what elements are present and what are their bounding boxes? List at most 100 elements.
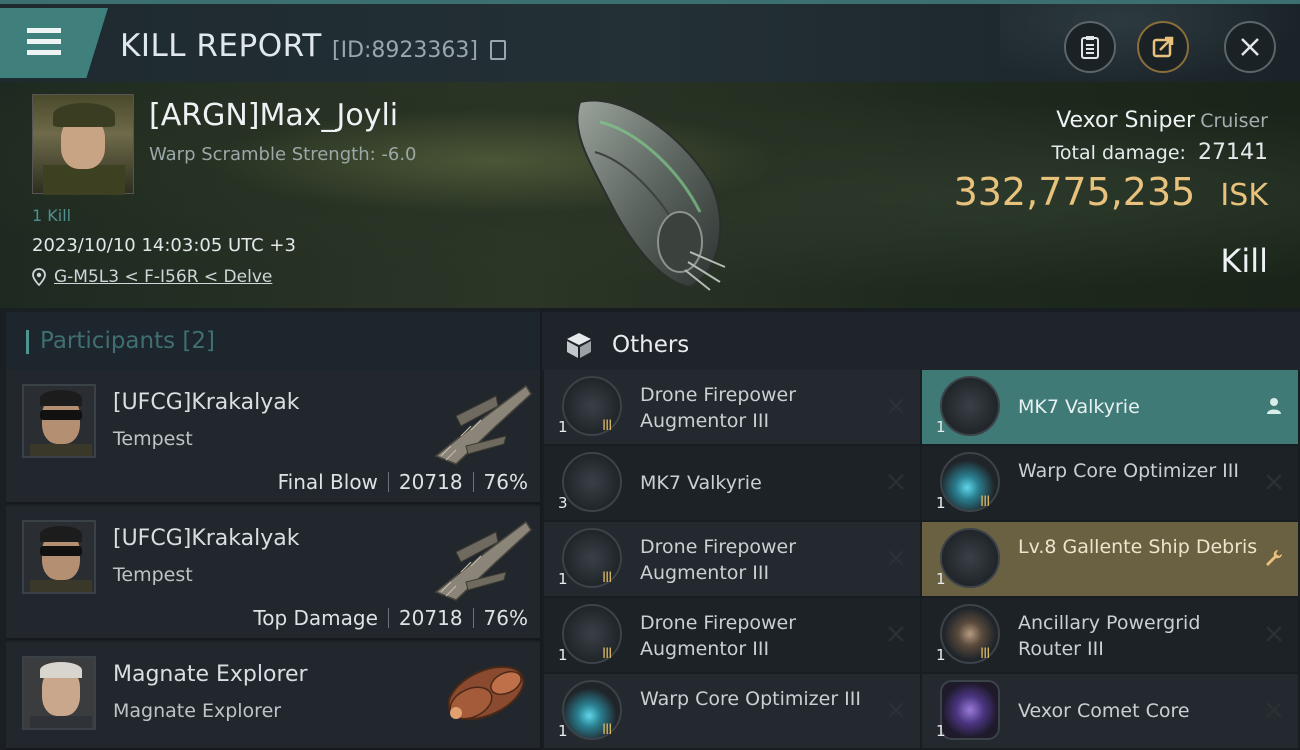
item-quantity: 3: [558, 494, 568, 512]
item-tier: III: [980, 646, 990, 662]
item-slot[interactable]: 1 Vexor Comet Core: [922, 674, 1298, 748]
item-quantity: 1: [936, 494, 946, 512]
item-quantity: 1: [936, 570, 946, 588]
item-name: Ancillary Powergrid Router III: [1018, 612, 1201, 660]
close-button[interactable]: [1224, 21, 1276, 73]
participant-percent: 76%: [483, 606, 528, 630]
item-name: Warp Core Optimizer III: [640, 688, 861, 710]
participant-ship-image: [447, 665, 525, 721]
close-icon: [888, 626, 904, 642]
item-close-button[interactable]: [1264, 700, 1284, 720]
victim-name[interactable]: [ARGN]Max_Joyli: [149, 98, 398, 133]
close-icon: [1266, 626, 1282, 642]
item-close-button[interactable]: [886, 472, 906, 492]
victim-ship-class: Cruiser: [1200, 110, 1268, 132]
item-slot[interactable]: 1 III Drone Firepower Augmentor III: [544, 598, 920, 672]
victim-portrait[interactable]: [32, 94, 134, 195]
participant-card[interactable]: Magnate Explorer Magnate Explorer: [6, 642, 540, 750]
report-id: [ID:8923363]: [332, 38, 478, 63]
close-icon: [1266, 474, 1282, 490]
item-quantity: 1: [936, 646, 946, 664]
others-title: Others: [612, 332, 690, 358]
participant-name: [UFCG]Krakalyak: [113, 526, 300, 551]
kill-count: 1 Kill: [32, 206, 72, 225]
cube-icon: [567, 333, 591, 358]
participant-avatar[interactable]: [22, 520, 96, 594]
kill-result-label: Kill: [1220, 242, 1268, 280]
item-quantity: 1: [936, 418, 946, 436]
location-text: G-M5L3 < F-I56R < Delve: [54, 267, 273, 287]
item-tier: III: [980, 494, 990, 510]
warp-core-icon: [562, 680, 622, 740]
close-icon: [1241, 38, 1259, 56]
total-damage-row: Total damage: 27141: [1052, 140, 1268, 165]
item-tier: III: [602, 722, 612, 738]
participant-damage: 20718: [398, 606, 463, 630]
participant-card[interactable]: [UFCG]Krakalyak Tempest Top Damage 20718…: [6, 506, 540, 640]
powergrid-router-icon: [940, 604, 1000, 664]
participant-card[interactable]: [UFCG]Krakalyak Tempest Final Blow 20718…: [6, 370, 540, 504]
menu-button[interactable]: [0, 8, 108, 78]
participant-ship: Tempest: [113, 428, 193, 450]
victim-ship-type: Vexor Sniper Cruiser: [1056, 108, 1268, 133]
close-icon: [1266, 702, 1282, 718]
share-button[interactable]: [1137, 21, 1189, 73]
item-slot[interactable]: 1 III Warp Core Optimizer III: [544, 674, 920, 748]
item-tier: III: [602, 646, 612, 662]
item-slot[interactable]: 3 MK7 Valkyrie: [544, 446, 920, 520]
participant-ship: Magnate Explorer: [113, 700, 282, 722]
item-close-button[interactable]: [886, 548, 906, 568]
item-close-button[interactable]: [1264, 624, 1284, 644]
hamburger-icon: [27, 28, 61, 56]
participant-avatar[interactable]: [22, 384, 96, 458]
item-close-button[interactable]: [886, 396, 906, 416]
header-accent-bar: [26, 330, 29, 354]
item-quantity: 1: [558, 570, 568, 588]
drone-ship-icon: [940, 376, 1000, 436]
item-slot[interactable]: 1 III Warp Core Optimizer III: [922, 446, 1298, 520]
item-close-button[interactable]: [886, 624, 906, 644]
item-slot[interactable]: 1 Lv.8 Gallente Ship Debris: [922, 522, 1298, 596]
participants-header: Participants [2]: [6, 312, 540, 370]
victim-ship-name[interactable]: Vexor Sniper: [1056, 108, 1195, 133]
kill-timestamp: 2023/10/10 14:03:05 UTC +3: [32, 235, 296, 256]
person-icon: [1267, 398, 1281, 414]
item-slot[interactable]: 1 III Ancillary Powergrid Router III: [922, 598, 1298, 672]
item-name: Vexor Comet Core: [1018, 700, 1190, 722]
header-bar: KILL REPORT [ID:8923363]: [0, 0, 1300, 86]
item-quantity: 1: [936, 722, 946, 740]
pilot-button[interactable]: [1264, 396, 1284, 416]
item-close-button[interactable]: [886, 700, 906, 720]
item-name: Warp Core Optimizer III: [1018, 460, 1239, 482]
kill-location-link[interactable]: G-M5L3 < F-I56R < Delve: [32, 267, 272, 287]
item-quantity: 1: [558, 646, 568, 664]
close-icon: [888, 474, 904, 490]
drone-augmentor-icon: [562, 528, 622, 588]
item-slot[interactable]: 1 III Drone Firepower Augmentor III: [544, 370, 920, 444]
item-slot[interactable]: 1 MK7 Valkyrie: [922, 370, 1298, 444]
clipboard-button[interactable]: [1064, 21, 1116, 73]
isk-unit: ISK: [1220, 178, 1268, 213]
victim-ship-image[interactable]: [560, 92, 740, 292]
item-tier: III: [602, 418, 612, 434]
total-damage-value: 27141: [1198, 140, 1268, 165]
participant-avatar[interactable]: [22, 656, 96, 730]
item-name: MK7 Valkyrie: [1018, 396, 1140, 418]
ship-debris-icon: [940, 528, 1000, 588]
salvage-button[interactable]: [1264, 548, 1284, 568]
copy-id-icon[interactable]: [490, 40, 506, 60]
item-slot[interactable]: 1 III Drone Firepower Augmentor III: [544, 522, 920, 596]
wrench-icon: [1266, 550, 1282, 566]
others-header: Others: [542, 312, 1300, 370]
item-close-button[interactable]: [1264, 472, 1284, 492]
participants-panel: Participants [2] [UFCG]Krakalyak Tempest…: [0, 308, 540, 750]
close-icon: [888, 702, 904, 718]
participant-stats: Final Blow 20718 76%: [278, 470, 528, 494]
item-name: Drone Firepower Augmentor III: [640, 384, 797, 432]
warp-scramble-strength: Warp Scramble Strength: -6.0: [149, 144, 417, 165]
isk-value-row: 332,775,235 ISK: [954, 170, 1268, 214]
participant-name: Magnate Explorer: [113, 662, 308, 687]
warp-core-icon: [940, 452, 1000, 512]
participant-ship-image: [434, 520, 532, 601]
participant-ship: Tempest: [113, 564, 193, 586]
